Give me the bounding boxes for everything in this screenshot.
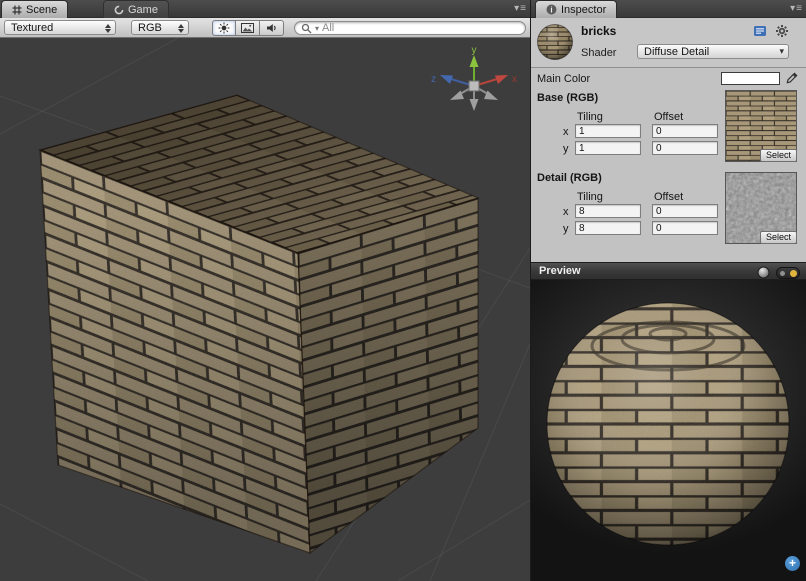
lighting-on-dot <box>790 270 797 277</box>
detail-offset-x-input[interactable] <box>652 204 718 218</box>
draw-mode-value: Textured <box>11 22 53 34</box>
audio-toggle-button[interactable] <box>260 20 284 36</box>
inspector-pane: i Inspector ▾ ≡ bricks Shader Diffuse <box>530 0 806 581</box>
tab-game-label: Game <box>128 4 158 16</box>
gizmo-x-cone[interactable] <box>495 75 508 84</box>
gizmo-center-cube[interactable] <box>469 81 479 91</box>
search-caret-icon: ▾ <box>315 24 319 33</box>
caret-down-icon: ▾ <box>779 46 784 57</box>
scene-search-field[interactable]: ▾ All <box>294 21 526 35</box>
info-icon: i <box>546 4 557 15</box>
detail-section-label: Detail (RGB) <box>537 172 602 184</box>
menu-lines-icon: ≡ <box>796 3 802 15</box>
gizmo-y-label: y <box>472 45 477 56</box>
material-preview-area[interactable]: + <box>531 280 806 581</box>
menu-lines-icon: ≡ <box>520 3 526 15</box>
tab-scene-label: Scene <box>26 4 57 16</box>
preview-mesh-icon[interactable] <box>757 266 770 279</box>
draw-mode-dropdown[interactable]: Textured <box>4 20 116 35</box>
help-icon[interactable] <box>753 24 767 38</box>
gizmo-y-cone[interactable] <box>470 55 479 67</box>
inspector-tab-menu-icon[interactable]: ▾ ≡ <box>790 3 802 15</box>
detail-tiling-header: Tiling <box>577 191 603 203</box>
scene-tabbar: Scene Game ▾ ≡ <box>0 0 530 18</box>
render-mode-dropdown[interactable]: RGB <box>131 20 189 35</box>
base-select-button[interactable]: Select <box>760 149 797 162</box>
material-properties: Main Color Base (RGB) Tiling Offset x y <box>531 68 806 262</box>
detail-offset-header: Offset <box>654 191 683 203</box>
menu-caret-icon: ▾ <box>514 3 519 15</box>
dropdown-arrows-icon <box>105 24 112 33</box>
orientation-gizmo[interactable]: y x z <box>424 44 524 128</box>
sun-icon <box>218 22 230 34</box>
inspector-tabbar: i Inspector ▾ ≡ <box>531 0 806 18</box>
scene-view-toggles <box>212 20 284 36</box>
tab-scene[interactable]: Scene <box>1 0 68 18</box>
detail-tiling-y-input[interactable] <box>575 221 641 235</box>
detail-texture-thumbnail[interactable]: Select <box>725 172 797 244</box>
tab-inspector[interactable]: i Inspector <box>535 0 617 18</box>
shader-value: Diffuse Detail <box>644 46 709 58</box>
detail-offset-y-input[interactable] <box>652 221 718 235</box>
unity-editor-window: Scene Game ▾ ≡ Textured RGB <box>0 0 806 581</box>
preview-title: Preview <box>539 265 581 277</box>
search-value: All <box>322 22 334 34</box>
base-tiling-x-input[interactable] <box>575 124 641 138</box>
scene-pane: Scene Game ▾ ≡ Textured RGB <box>0 0 530 581</box>
preview-sphere <box>531 280 806 581</box>
detail-x-label: x <box>563 206 569 218</box>
scene-tab-menu-icon[interactable]: ▾ ≡ <box>514 3 526 15</box>
svg-text:i: i <box>550 6 552 15</box>
detail-tiling-x-input[interactable] <box>575 204 641 218</box>
shader-dropdown[interactable]: Diffuse Detail ▾ <box>637 44 789 59</box>
material-preview-icon <box>536 23 574 61</box>
dropdown-arrows-icon <box>178 24 185 33</box>
tab-inspector-label: Inspector <box>561 4 606 16</box>
base-offset-header: Offset <box>654 111 683 123</box>
brick-cube[interactable] <box>40 95 478 553</box>
preview-zoom-icon[interactable]: + <box>785 556 800 571</box>
main-color-label: Main Color <box>537 73 590 85</box>
game-icon <box>114 5 124 15</box>
menu-caret-icon: ▾ <box>790 3 795 15</box>
detail-select-button[interactable]: Select <box>760 231 797 244</box>
image-icon <box>241 23 254 33</box>
preview-lighting-toggle[interactable] <box>776 267 800 279</box>
scene-toolbar: Textured RGB <box>0 18 530 38</box>
material-header: bricks Shader Diffuse Detail ▾ <box>531 18 806 68</box>
eyedropper-icon[interactable] <box>785 71 799 85</box>
base-x-label: x <box>563 126 569 138</box>
base-offset-y-input[interactable] <box>652 141 718 155</box>
lighting-off-dot <box>780 271 785 276</box>
base-tiling-y-input[interactable] <box>575 141 641 155</box>
speaker-icon <box>266 23 278 33</box>
detail-y-label: y <box>563 223 569 235</box>
base-offset-x-input[interactable] <box>652 124 718 138</box>
scene-viewport[interactable]: y x z <box>0 38 530 581</box>
base-y-label: y <box>563 143 569 155</box>
gizmo-z-label: z <box>431 74 436 85</box>
base-texture-thumbnail[interactable]: Select <box>725 90 797 162</box>
tab-game[interactable]: Game <box>103 0 169 18</box>
skybox-toggle-button[interactable] <box>236 20 260 36</box>
scene-grid-icon <box>12 5 22 15</box>
base-tiling-header: Tiling <box>577 111 603 123</box>
preview-header[interactable]: Preview <box>531 262 806 280</box>
shader-label: Shader <box>581 47 616 59</box>
base-section-label: Base (RGB) <box>537 92 598 104</box>
lighting-toggle-button[interactable] <box>212 20 236 36</box>
main-color-swatch[interactable] <box>721 72 780 85</box>
material-name: bricks <box>581 24 616 38</box>
gear-icon[interactable] <box>775 24 789 38</box>
gizmo-z-cone[interactable] <box>440 75 453 84</box>
search-icon <box>301 23 312 34</box>
render-mode-value: RGB <box>138 22 162 34</box>
gizmo-x-label: x <box>512 74 517 85</box>
